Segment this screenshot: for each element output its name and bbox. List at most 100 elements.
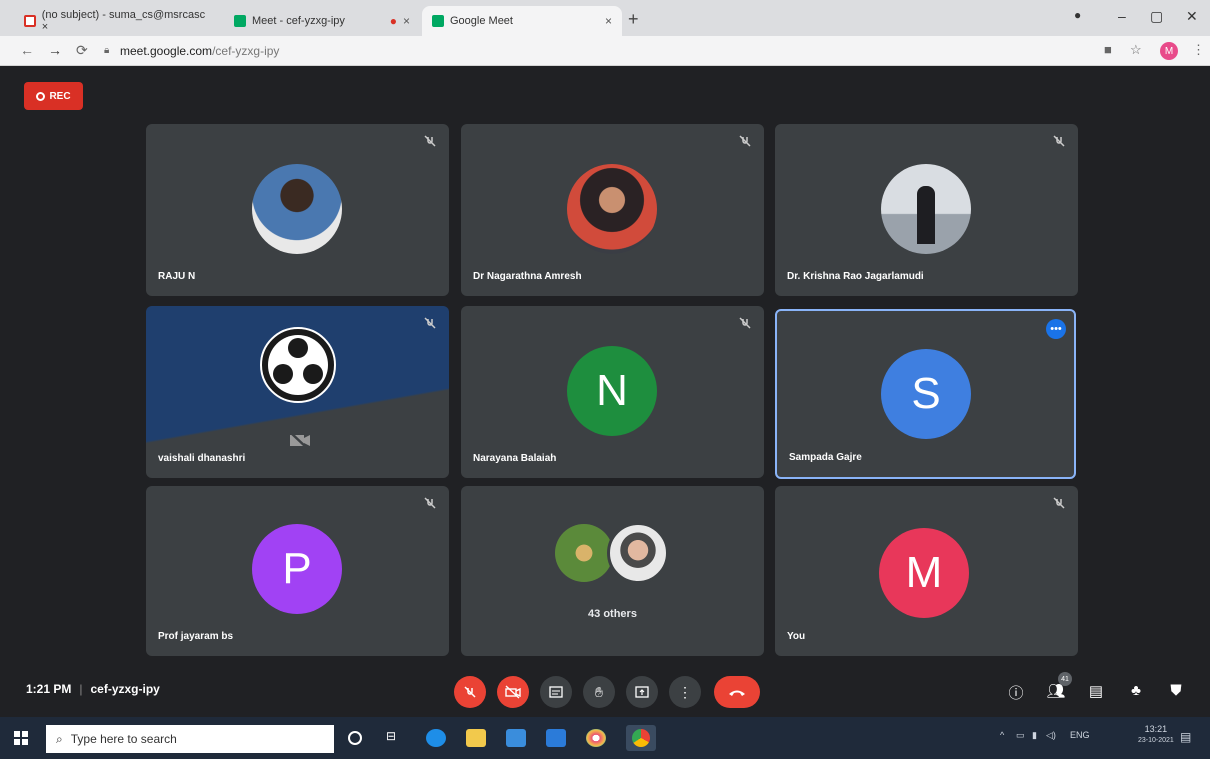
participant-name: Dr Nagarathna Amresh (473, 271, 582, 282)
participant-name: vaishali dhanashri (158, 453, 246, 464)
mic-toggle-button[interactable] (454, 676, 486, 708)
taskbar-search[interactable]: ⌕ Type here to search (46, 725, 334, 753)
url-field[interactable]: meet.google.com/cef-yzxg-ipy (120, 44, 279, 58)
participant-tile[interactable]: N Narayana Balaiah (461, 306, 764, 478)
mic-off-icon (1053, 135, 1065, 147)
menu-dots-icon[interactable]: ⋮ (1192, 42, 1205, 58)
camera-off-icon (505, 685, 521, 699)
task-view-icon[interactable]: ⊟ (386, 729, 406, 747)
participant-name: You (787, 631, 806, 642)
meet-icon (432, 15, 444, 27)
participant-avatar: P (252, 524, 342, 614)
tab-google-meet[interactable]: Google Meet × (422, 6, 622, 36)
more-vert-icon: ⋮ (678, 683, 692, 700)
gmail-icon (24, 15, 36, 27)
meet-control-bar: 1:21 PM | cef-yzxg-ipy ✋︎ ⋮ ⓘ 👥︎ ▤ ♣ ⛊ (0, 664, 1210, 717)
chrome-taskbar-button[interactable] (626, 725, 656, 751)
info-icon[interactable]: ⓘ (1006, 682, 1026, 703)
participant-name: Dr. Krishna Rao Jagarlamudi (787, 271, 924, 282)
participant-tile[interactable]: vaishali dhanashri (146, 306, 449, 478)
edge-icon[interactable] (426, 729, 446, 747)
tab-meet-recording[interactable]: Meet - cef-yzxg-ipy ● × (224, 6, 420, 36)
tab-search-icon[interactable]: ● (1074, 8, 1081, 22)
separator: | (79, 682, 83, 696)
notifications-icon[interactable]: ▤ (1180, 730, 1191, 744)
participant-avatar: M (879, 528, 969, 618)
language-indicator[interactable]: ENG (1070, 730, 1090, 740)
others-count-label: 43 others (588, 608, 637, 620)
participant-tile[interactable]: RAJU N (146, 124, 449, 296)
photos-icon[interactable] (586, 729, 606, 747)
participant-tile[interactable]: Dr Nagarathna Amresh (461, 124, 764, 296)
activities-icon[interactable]: ♣ (1126, 682, 1146, 699)
browser-tab-bar: (no subject) - suma_cs@msrcasc × Meet - … (0, 0, 1210, 36)
more-options-button[interactable]: ⋮ (669, 676, 701, 708)
volume-icon[interactable]: ◁) (1046, 730, 1056, 741)
mic-off-icon (424, 317, 436, 329)
windows-taskbar: ⌕ Type here to search ⊟ ^ ▭ ▮ ◁) ENG 13:… (0, 717, 1210, 759)
windows-start-icon[interactable] (14, 731, 28, 745)
recording-dot-icon: ● (389, 14, 397, 28)
tab-gmail[interactable]: (no subject) - suma_cs@msrcasc × (14, 6, 218, 36)
meet-stage: REC RAJU N Dr Nagarathna Amresh Dr. Kris… (0, 66, 1210, 717)
tab-close-icon[interactable]: × (605, 14, 612, 28)
lock-icon[interactable]: 🔒︎ (104, 45, 109, 56)
new-tab-button[interactable]: + (628, 9, 639, 30)
address-bar: ← → ⟳ 🔒︎ meet.google.com/cef-yzxg-ipy ■ … (0, 36, 1210, 66)
participant-photo (252, 164, 342, 254)
file-explorer-icon[interactable] (466, 729, 486, 747)
mic-off-icon (464, 686, 476, 698)
mic-off-icon (424, 497, 436, 509)
forward-icon[interactable]: → (48, 42, 62, 58)
chrome-icon (632, 729, 650, 747)
mic-off-icon (739, 317, 751, 329)
tab-close-icon[interactable]: × (403, 14, 410, 28)
participant-tile-self[interactable]: M You (775, 486, 1078, 656)
mic-off-icon (739, 135, 751, 147)
captions-button[interactable] (540, 676, 572, 708)
raise-hand-button[interactable]: ✋︎ (583, 676, 615, 708)
chat-icon[interactable]: ▤ (1086, 682, 1106, 700)
clock-time: 13:21 (1144, 724, 1168, 734)
network-icon[interactable]: ▭ (1016, 730, 1025, 741)
mic-off-icon (1053, 497, 1065, 509)
back-icon[interactable]: ← (20, 42, 34, 58)
participant-tile[interactable]: Dr. Krishna Rao Jagarlamudi (775, 124, 1078, 296)
clock[interactable]: 13:21 23-10-2021 (1138, 724, 1174, 746)
obs-logo-icon (260, 327, 336, 403)
tab-label: Meet - cef-yzxg-ipy (252, 15, 345, 27)
bookmark-star-icon[interactable]: ☆ (1130, 42, 1142, 58)
participant-photo (555, 524, 613, 582)
participant-name: RAJU N (158, 271, 196, 282)
camera-icon[interactable]: ■ (1104, 42, 1112, 57)
battery-icon[interactable]: ▮ (1032, 730, 1037, 741)
tab-label: Google Meet (450, 15, 513, 27)
profile-avatar[interactable]: M (1160, 42, 1178, 60)
meet-icon (234, 15, 246, 27)
search-icon: ⌕ (56, 731, 63, 746)
participant-avatar: S (881, 349, 971, 439)
close-window-button[interactable]: ✕ (1186, 8, 1198, 25)
participant-tile-selected[interactable]: S ••• Sampada Gajre (775, 309, 1076, 479)
store-icon[interactable] (506, 729, 526, 747)
minimize-button[interactable]: – (1118, 8, 1126, 24)
cortana-icon[interactable] (348, 731, 362, 745)
host-controls-icon[interactable]: ⛊ (1166, 682, 1186, 699)
reload-icon[interactable]: ⟳ (76, 42, 88, 59)
participant-name: Narayana Balaiah (473, 453, 557, 464)
tray-chevron-icon[interactable]: ^ (1000, 730, 1004, 740)
present-button[interactable] (626, 676, 658, 708)
participant-photo (607, 522, 669, 584)
meeting-details: 1:21 PM | cef-yzxg-ipy (26, 682, 160, 696)
participant-photo (567, 164, 657, 254)
more-options-button[interactable]: ••• (1046, 319, 1066, 339)
tab-label: (no subject) - suma_cs@msrcasc × (41, 9, 206, 33)
leave-call-button[interactable] (714, 676, 760, 708)
people-count-badge: 41 (1058, 672, 1072, 686)
search-placeholder: Type here to search (70, 732, 177, 746)
others-tile[interactable]: 43 others (461, 486, 764, 656)
mail-icon[interactable] (546, 729, 566, 747)
participant-tile[interactable]: P Prof jayaram bs (146, 486, 449, 656)
maximize-button[interactable]: ▢ (1150, 8, 1163, 25)
camera-toggle-button[interactable] (497, 676, 529, 708)
